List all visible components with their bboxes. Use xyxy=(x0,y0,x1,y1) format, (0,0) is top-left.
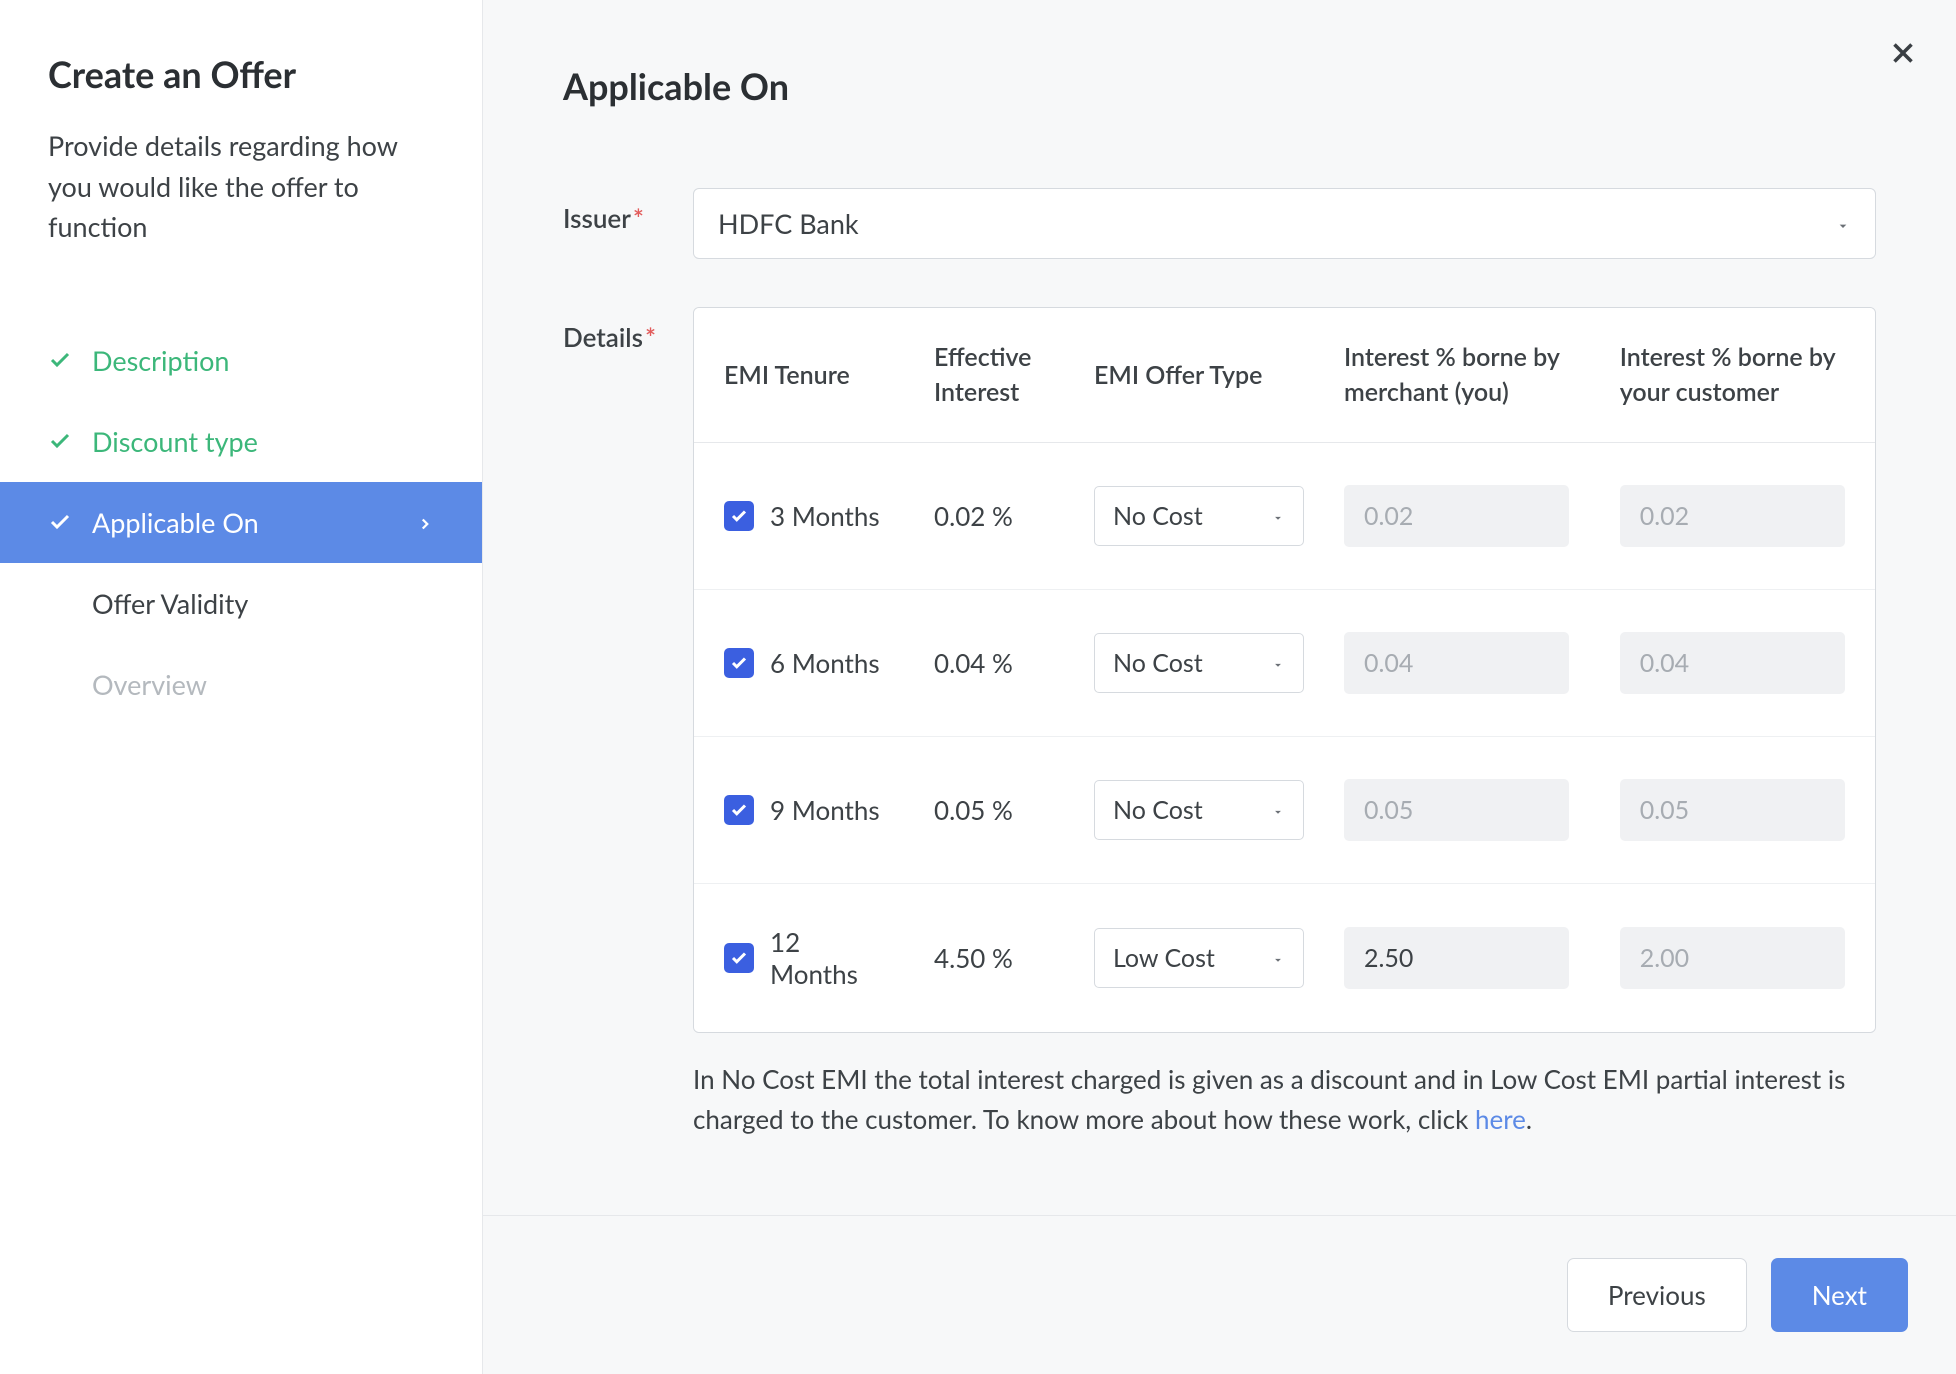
offer-type-select[interactable]: Low Cost xyxy=(1094,928,1304,988)
offer-type-value: Low Cost xyxy=(1113,943,1215,973)
nav-item-label: Overview xyxy=(92,668,207,701)
tenure-checkbox[interactable] xyxy=(724,943,754,973)
check-icon xyxy=(48,510,84,534)
main-panel: Applicable On Issuer* HDFC Bank Detai xyxy=(482,0,1956,1374)
merchant-interest-input[interactable] xyxy=(1344,927,1569,989)
nav-item-overview: Overview xyxy=(0,644,482,725)
footer: Previous Next xyxy=(483,1215,1956,1374)
close-button[interactable] xyxy=(1886,36,1920,74)
customer-interest-input[interactable] xyxy=(1620,632,1845,694)
customer-interest-input[interactable] xyxy=(1620,779,1845,841)
caret-down-icon xyxy=(1271,501,1285,531)
tenure-checkbox[interactable] xyxy=(724,648,754,678)
nav-item-offer-validity[interactable]: Offer Validity xyxy=(0,563,482,644)
nav-item-applicable-on[interactable]: Applicable On xyxy=(0,482,482,563)
caret-down-icon xyxy=(1271,795,1285,825)
col-offer-type: EMI Offer Type xyxy=(1074,308,1324,443)
offer-type-value: No Cost xyxy=(1113,501,1203,531)
table-row: 3 Months 0.02 % No Cost xyxy=(694,443,1875,590)
offer-type-value: No Cost xyxy=(1113,648,1203,678)
merchant-interest-input[interactable] xyxy=(1344,485,1569,547)
previous-button[interactable]: Previous xyxy=(1567,1258,1747,1332)
caret-down-icon xyxy=(1271,943,1285,973)
offer-type-select[interactable]: No Cost xyxy=(1094,486,1304,546)
next-button[interactable]: Next xyxy=(1771,1258,1908,1332)
tenure-checkbox[interactable] xyxy=(724,501,754,531)
help-text: In No Cost EMI the total interest charge… xyxy=(693,1059,1876,1140)
effective-interest: 0.04 % xyxy=(914,590,1074,737)
sidebar: Create an Offer Provide details regardin… xyxy=(0,0,482,1374)
offer-type-select[interactable]: No Cost xyxy=(1094,780,1304,840)
merchant-interest-input[interactable] xyxy=(1344,779,1569,841)
nav-item-label: Discount type xyxy=(92,425,258,458)
check-icon xyxy=(48,348,84,372)
offer-type-select[interactable]: No Cost xyxy=(1094,633,1304,693)
nav-item-label: Description xyxy=(92,344,229,377)
col-tenure: EMI Tenure xyxy=(694,308,914,443)
table-row: 6 Months 0.04 % No Cost xyxy=(694,590,1875,737)
check-icon xyxy=(48,429,84,453)
help-link[interactable]: here xyxy=(1475,1103,1526,1135)
nav-item-description[interactable]: Description xyxy=(0,320,482,401)
effective-interest: 0.02 % xyxy=(914,443,1074,590)
issuer-label: Issuer* xyxy=(563,188,693,234)
tenure-checkbox[interactable] xyxy=(724,795,754,825)
customer-interest-input[interactable] xyxy=(1620,927,1845,989)
effective-interest: 0.05 % xyxy=(914,737,1074,884)
issuer-value: HDFC Bank xyxy=(718,207,859,240)
tenure-label: 12 Months xyxy=(770,926,894,990)
chevron-right-icon xyxy=(416,506,434,539)
caret-down-icon xyxy=(1835,207,1851,240)
col-effective: Effective Interest xyxy=(914,308,1074,443)
nav-item-label: Offer Validity xyxy=(92,587,248,620)
sidebar-title: Create an Offer xyxy=(48,52,434,96)
tenure-label: 6 Months xyxy=(770,647,880,679)
sidebar-description: Provide details regarding how you would … xyxy=(48,126,434,248)
nav-item-discount-type[interactable]: Discount type xyxy=(0,401,482,482)
col-merchant: Interest % borne by merchant (you) xyxy=(1324,308,1600,443)
tenure-label: 3 Months xyxy=(770,500,880,532)
page-title: Applicable On xyxy=(563,64,1876,108)
emi-table: EMI Tenure Effective Interest EMI Offer … xyxy=(693,307,1876,1033)
tenure-label: 9 Months xyxy=(770,794,880,826)
caret-down-icon xyxy=(1271,648,1285,678)
effective-interest: 4.50 % xyxy=(914,884,1074,1033)
merchant-interest-input[interactable] xyxy=(1344,632,1569,694)
issuer-select[interactable]: HDFC Bank xyxy=(693,188,1876,259)
customer-interest-input[interactable] xyxy=(1620,485,1845,547)
col-customer: Interest % borne by your customer xyxy=(1600,308,1875,443)
nav-item-label: Applicable On xyxy=(92,506,259,539)
offer-type-value: No Cost xyxy=(1113,795,1203,825)
table-row: 9 Months 0.05 % No Cost xyxy=(694,737,1875,884)
table-row: 12 Months 4.50 % Low Cost xyxy=(694,884,1875,1033)
details-label: Details* xyxy=(563,307,693,353)
